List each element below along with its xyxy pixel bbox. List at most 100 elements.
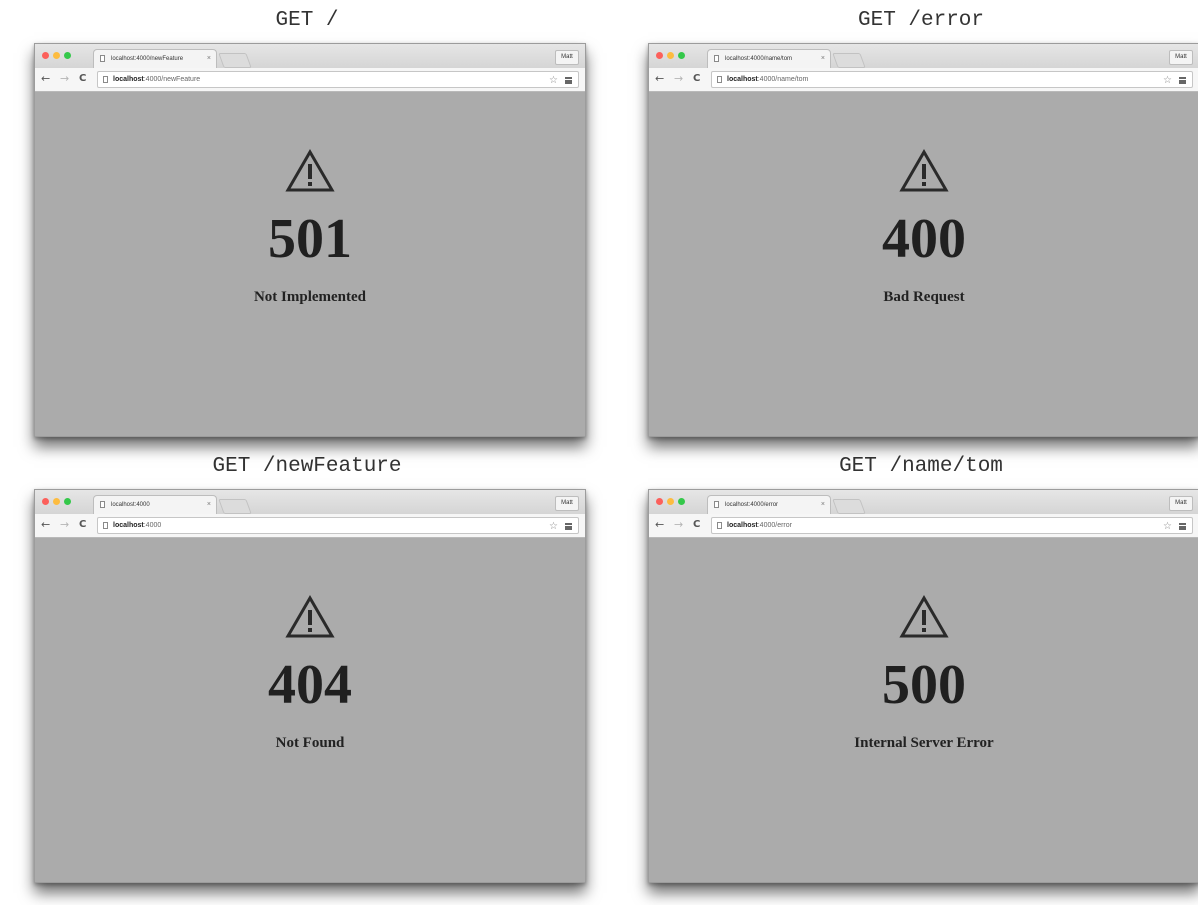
minimize-window-button[interactable] bbox=[53, 498, 60, 505]
tab-title: localhost:4000/error bbox=[725, 502, 779, 508]
forward-button[interactable]: → bbox=[674, 73, 683, 85]
tab-close-button[interactable]: × bbox=[207, 496, 211, 514]
toolbar: ← → C localhost:4000/newFeature ☆ bbox=[35, 68, 585, 92]
browser-window-501: localhost:4000/newFeature × Matt ← → C l… bbox=[34, 43, 586, 437]
bookmark-star-icon[interactable]: ☆ bbox=[1163, 519, 1172, 534]
profile-button[interactable]: Matt bbox=[555, 496, 579, 511]
error-page: 404 Not Found bbox=[35, 538, 585, 882]
menu-icon[interactable] bbox=[565, 77, 572, 84]
warning-icon bbox=[899, 595, 949, 638]
profile-button[interactable]: Matt bbox=[1169, 50, 1193, 65]
new-tab-button[interactable] bbox=[218, 499, 252, 514]
address-bar[interactable]: localhost:4000/name/tom ☆ bbox=[711, 71, 1193, 88]
url-host: localhost bbox=[113, 76, 144, 83]
page-icon bbox=[717, 522, 722, 529]
warning-icon bbox=[285, 149, 335, 192]
page-icon bbox=[714, 501, 719, 508]
status-message: Not Implemented bbox=[253, 289, 367, 305]
tab-close-button[interactable]: × bbox=[821, 496, 825, 514]
zoom-window-button[interactable] bbox=[64, 498, 71, 505]
url-host: localhost bbox=[727, 522, 758, 529]
browser-tab[interactable]: localhost:4000 × bbox=[93, 495, 217, 514]
tab-title: localhost:4000/newFeature bbox=[111, 56, 184, 62]
caption-bottom-left: GET /newFeature bbox=[212, 455, 402, 478]
url-path: :4000/name/tom bbox=[757, 76, 809, 83]
minimize-window-button[interactable] bbox=[667, 52, 674, 59]
url-host: localhost bbox=[727, 76, 758, 83]
zoom-window-button[interactable] bbox=[678, 52, 685, 59]
profile-button[interactable]: Matt bbox=[555, 50, 579, 65]
close-window-button[interactable] bbox=[42, 498, 49, 505]
minimize-window-button[interactable] bbox=[53, 52, 60, 59]
menu-icon[interactable] bbox=[1179, 77, 1186, 84]
browser-window-400: localhost:4000/name/tom × Matt ← → C loc… bbox=[648, 43, 1198, 437]
new-tab-button[interactable] bbox=[832, 53, 866, 68]
menu-icon[interactable] bbox=[1179, 523, 1186, 530]
forward-button[interactable]: → bbox=[60, 73, 69, 85]
page-icon bbox=[103, 76, 108, 83]
close-window-button[interactable] bbox=[656, 498, 663, 505]
tab-bar: localhost:4000 × Matt bbox=[35, 490, 585, 514]
tab-close-button[interactable]: × bbox=[207, 50, 211, 68]
browser-tab[interactable]: localhost:4000/name/tom × bbox=[707, 49, 831, 68]
bookmark-star-icon[interactable]: ☆ bbox=[1163, 73, 1172, 88]
status-code: 404 bbox=[268, 654, 352, 716]
toolbar: ← → C localhost:4000/name/tom ☆ bbox=[649, 68, 1198, 92]
browser-tab[interactable]: localhost:4000/error × bbox=[707, 495, 831, 514]
url-path: :4000 bbox=[143, 522, 162, 529]
status-code: 400 bbox=[882, 208, 966, 270]
status-code: 501 bbox=[268, 208, 352, 270]
close-window-button[interactable] bbox=[42, 52, 49, 59]
url-path: :4000/error bbox=[757, 522, 792, 529]
tab-title: localhost:4000 bbox=[111, 502, 150, 508]
reload-button[interactable]: C bbox=[79, 73, 86, 85]
browser-window-404: localhost:4000 × Matt ← → C localhost:40… bbox=[34, 489, 586, 883]
page-icon bbox=[714, 55, 719, 62]
toolbar: ← → C localhost:4000/error ☆ bbox=[649, 514, 1198, 538]
browser-window-500: localhost:4000/error × Matt ← → C localh… bbox=[648, 489, 1198, 883]
address-bar[interactable]: localhost:4000/newFeature ☆ bbox=[97, 71, 579, 88]
address-bar[interactable]: localhost:4000/error ☆ bbox=[711, 517, 1193, 534]
back-button[interactable]: ← bbox=[655, 73, 664, 85]
forward-button[interactable]: → bbox=[674, 519, 683, 531]
status-message: Not Found bbox=[275, 735, 345, 751]
warning-icon bbox=[285, 595, 335, 638]
profile-button[interactable]: Matt bbox=[1169, 496, 1193, 511]
close-window-button[interactable] bbox=[656, 52, 663, 59]
bookmark-star-icon[interactable]: ☆ bbox=[549, 73, 558, 88]
back-button[interactable]: ← bbox=[655, 519, 664, 531]
reload-button[interactable]: C bbox=[693, 519, 700, 531]
zoom-window-button[interactable] bbox=[64, 52, 71, 59]
url-host: localhost bbox=[113, 522, 144, 529]
warning-icon bbox=[899, 149, 949, 192]
tab-close-button[interactable]: × bbox=[821, 50, 825, 68]
bookmark-star-icon[interactable]: ☆ bbox=[549, 519, 558, 534]
status-message: Bad Request bbox=[883, 289, 965, 305]
browser-tab[interactable]: localhost:4000/newFeature × bbox=[93, 49, 217, 68]
error-page: 400 Bad Request bbox=[649, 92, 1198, 436]
zoom-window-button[interactable] bbox=[678, 498, 685, 505]
tab-bar: localhost:4000/newFeature × Matt bbox=[35, 44, 585, 68]
tab-title: localhost:4000/name/tom bbox=[725, 56, 793, 62]
back-button[interactable]: ← bbox=[41, 519, 50, 531]
minimize-window-button[interactable] bbox=[667, 498, 674, 505]
error-page: 501 Not Implemented bbox=[35, 92, 585, 436]
new-tab-button[interactable] bbox=[832, 499, 866, 514]
caption-top-left: GET / bbox=[275, 9, 339, 32]
status-code: 500 bbox=[882, 654, 966, 716]
page-icon bbox=[100, 55, 105, 62]
toolbar: ← → C localhost:4000 ☆ bbox=[35, 514, 585, 538]
menu-icon[interactable] bbox=[565, 523, 572, 530]
page-icon bbox=[717, 76, 722, 83]
page-icon bbox=[100, 501, 105, 508]
new-tab-button[interactable] bbox=[218, 53, 252, 68]
caption-bottom-right: GET /name/tom bbox=[839, 455, 1003, 478]
tab-bar: localhost:4000/name/tom × Matt bbox=[649, 44, 1198, 68]
url-path: :4000/newFeature bbox=[143, 76, 201, 83]
address-bar[interactable]: localhost:4000 ☆ bbox=[97, 517, 579, 534]
reload-button[interactable]: C bbox=[79, 519, 86, 531]
reload-button[interactable]: C bbox=[693, 73, 700, 85]
forward-button[interactable]: → bbox=[60, 519, 69, 531]
status-message: Internal Server Error bbox=[854, 735, 994, 751]
back-button[interactable]: ← bbox=[41, 73, 50, 85]
